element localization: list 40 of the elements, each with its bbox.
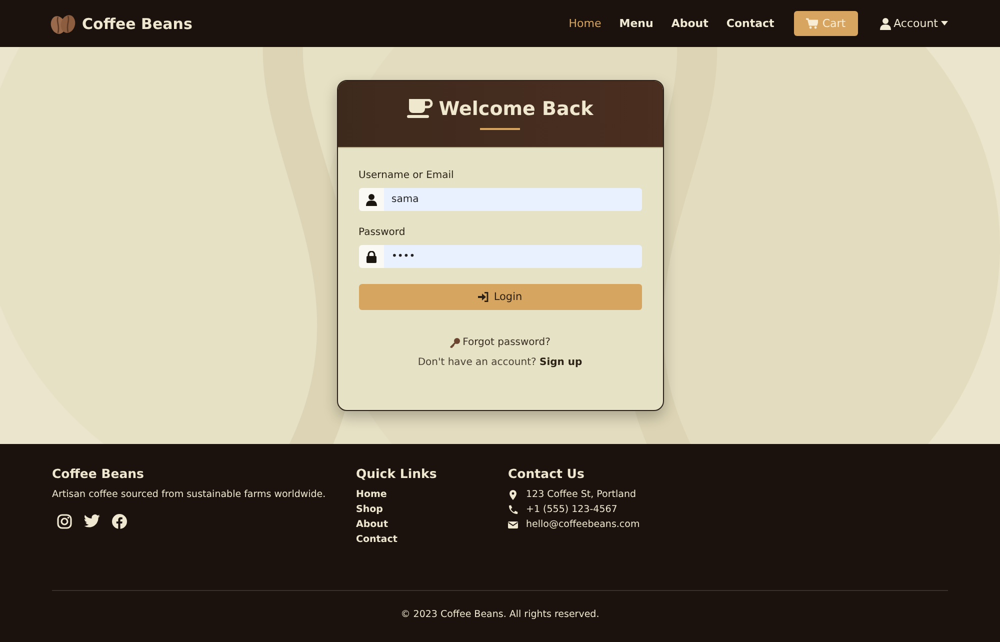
caret-icon bbox=[941, 21, 948, 26]
key-icon bbox=[450, 338, 460, 348]
envelope-icon bbox=[508, 520, 518, 530]
footer-heading: Quick Links bbox=[356, 466, 438, 481]
footer-brand: Coffee Beans bbox=[52, 466, 145, 481]
login-button[interactable]: Login bbox=[358, 284, 642, 310]
account-menu[interactable]: Account bbox=[880, 17, 948, 30]
nav-link[interactable]: Menu bbox=[619, 17, 654, 30]
signup-link[interactable]: Sign up bbox=[540, 357, 582, 368]
footer-link[interactable]: About bbox=[356, 519, 508, 530]
field-label: Password bbox=[358, 227, 406, 238]
forgot-password-link[interactable]: Forgot password? bbox=[358, 337, 642, 348]
twitter-icon[interactable] bbox=[84, 514, 100, 528]
contact-text: hello@coffeebeans.com bbox=[526, 519, 640, 530]
contact-text: 123 Coffee St, Portland bbox=[526, 489, 636, 500]
nav-link[interactable]: Contact bbox=[726, 17, 774, 30]
brand-name: Coffee Beans bbox=[82, 14, 192, 32]
facebook-icon[interactable] bbox=[112, 514, 127, 529]
lock-icon bbox=[366, 250, 376, 262]
map-pin-icon bbox=[508, 490, 518, 500]
nav-link[interactable]: About bbox=[671, 17, 708, 30]
cart-icon bbox=[806, 18, 818, 29]
sign-in-icon bbox=[478, 292, 489, 302]
footer-heading: Contact Us bbox=[508, 466, 586, 481]
phone-icon bbox=[508, 504, 518, 514]
footer-link[interactable]: Home bbox=[356, 489, 508, 500]
field-label: Username or Email bbox=[358, 170, 455, 181]
user-icon bbox=[366, 194, 376, 206]
login-title: Welcome Back bbox=[438, 98, 594, 120]
footer-link[interactable]: Contact bbox=[356, 534, 508, 545]
instagram-icon[interactable] bbox=[57, 514, 72, 529]
coffee-cup-icon bbox=[406, 99, 433, 119]
signup-prompt: Don't have an account? Sign up bbox=[416, 357, 584, 368]
contact-text: +1 (555) 123-4567 bbox=[526, 504, 618, 515]
footer-link[interactable]: Shop bbox=[356, 504, 508, 515]
copyright-text: © 2023 Coffee Beans. All rights reserved. bbox=[400, 609, 600, 620]
coffee-bean-icon bbox=[50, 12, 76, 34]
nav-link[interactable]: Home bbox=[568, 17, 602, 30]
user-icon bbox=[880, 18, 891, 30]
footer-tagline: Artisan coffee sourced from sustainable farms worldwide. bbox=[52, 489, 327, 500]
